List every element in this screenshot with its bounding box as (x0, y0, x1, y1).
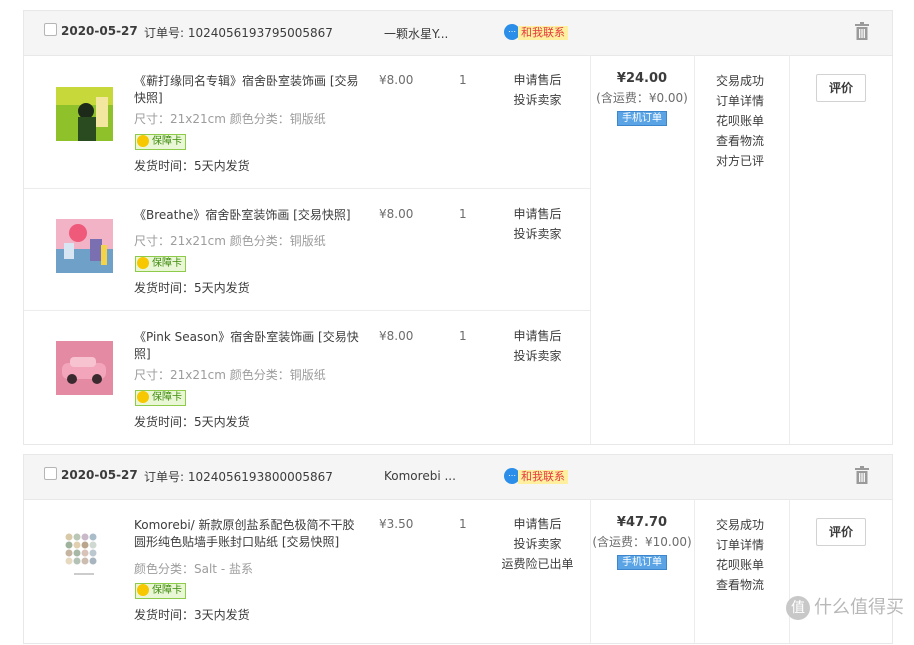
apply-aftersale-link[interactable]: 申请售后 (500, 70, 575, 90)
order-date: 2020-05-27 (61, 468, 138, 482)
order-header: 2020-05-27 订单号: 1024056193795005867 一颗水星… (24, 11, 892, 56)
service-links: 申请售后 投诉卖家 (500, 70, 575, 110)
guarantee-icon (137, 391, 149, 403)
mobile-order-tag[interactable]: 手机订单 (617, 111, 667, 126)
shipping-fee: (含运费：¥0.00) (596, 91, 688, 105)
site-watermark: 值什么值得买 (786, 593, 904, 620)
huabei-bill-link[interactable]: 花呗账单 (716, 555, 764, 575)
trade-status: 交易成功 (716, 74, 765, 88)
order-item: 《蕲打缘同名专辑》宿舍卧室装饰画 [交易快照] 尺寸：21x21cm 颜色分类：… (24, 55, 590, 189)
product-title[interactable]: 《Pink Season》宿舍卧室装饰画 [交易快照] (134, 329, 359, 363)
trade-status: 交易成功 (716, 518, 765, 532)
unit-price: ¥8.00 (379, 329, 414, 343)
service-links: 申请售后 投诉卖家 (500, 204, 575, 244)
ship-time: 发货时间：5天内发货 (134, 415, 250, 429)
complain-seller-link[interactable]: 投诉卖家 (500, 346, 575, 366)
service-links: 申请售后 投诉卖家 (500, 326, 575, 366)
guarantee-badge[interactable]: 保障卡 (135, 390, 186, 406)
other-reviewed-link[interactable]: 对方已评 (716, 151, 764, 171)
total-amount: ¥24.00 (616, 71, 668, 86)
ship-time: 发货时间：3天内发货 (134, 608, 250, 622)
service-links: 申请售后 投诉卖家 运费险已出单 (500, 514, 575, 574)
order-item: 《Pink Season》宿舍卧室装饰画 [交易快照] 尺寸：21x21cm 颜… (24, 311, 590, 444)
shop-name[interactable]: 一颗水星Y... (384, 25, 448, 42)
ship-time: 发货时间：5天内发货 (134, 159, 250, 173)
order-date: 2020-05-27 (61, 24, 138, 38)
product-thumbnail[interactable] (56, 529, 113, 583)
order-status: 交易成功 订单详情 花呗账单 查看物流 (716, 515, 764, 595)
product-spec: 尺寸：21x21cm 颜色分类：铜版纸 (134, 234, 326, 248)
order-number: 订单号: 1024056193795005867 (144, 26, 333, 40)
quantity: 1 (459, 329, 467, 343)
contact-label: 和我联系 (518, 470, 568, 484)
trash-icon[interactable] (854, 466, 870, 484)
apply-aftersale-link[interactable]: 申请售后 (500, 326, 575, 346)
guarantee-icon (137, 584, 149, 596)
product-thumbnail[interactable] (56, 341, 113, 395)
product-spec: 尺寸：21x21cm 颜色分类：铜版纸 (134, 112, 326, 126)
guarantee-badge[interactable]: 保障卡 (135, 134, 186, 150)
logistics-link[interactable]: 查看物流 (716, 575, 764, 595)
product-spec: 颜色分类：Salt - 盐系 (134, 562, 253, 576)
logistics-link[interactable]: 查看物流 (716, 131, 764, 151)
guarantee-badge[interactable]: 保障卡 (135, 583, 186, 599)
complain-seller-link[interactable]: 投诉卖家 (500, 90, 575, 110)
column-divider (694, 55, 695, 444)
shipping-fee: (含运费：¥10.00) (592, 535, 692, 549)
unit-price: ¥3.50 (379, 517, 414, 531)
quantity: 1 (459, 73, 467, 87)
complain-seller-link[interactable]: 投诉卖家 (500, 534, 575, 554)
order-card: 2020-05-27 订单号: 1024056193795005867 一颗水星… (23, 10, 893, 445)
watermark-logo-icon: 值 (786, 596, 810, 620)
order-detail-link[interactable]: 订单详情 (716, 535, 764, 555)
order-item: Komorebi/ 新款原创盐系配色极简不干胶圆形纯色贴墙手账封口贴纸 [交易快… (24, 499, 590, 645)
shop-name[interactable]: Komorebi ... (384, 469, 456, 483)
review-button[interactable]: 评价 (816, 518, 866, 546)
guarantee-icon (137, 135, 149, 147)
column-divider (789, 499, 790, 643)
trash-icon[interactable] (854, 22, 870, 40)
product-spec: 尺寸：21x21cm 颜色分类：铜版纸 (134, 368, 326, 382)
column-divider (694, 499, 695, 643)
product-title[interactable]: 《蕲打缘同名专辑》宿舍卧室装饰画 [交易快照] (134, 73, 359, 107)
complain-seller-link[interactable]: 投诉卖家 (500, 224, 575, 244)
order-checkbox[interactable] (44, 467, 57, 480)
order-item: 《Breathe》宿舍卧室装饰画 [交易快照] 尺寸：21x21cm 颜色分类：… (24, 189, 590, 311)
product-thumbnail[interactable] (56, 219, 113, 273)
apply-aftersale-link[interactable]: 申请售后 (500, 514, 575, 534)
shipping-insurance-link[interactable]: 运费险已出单 (500, 554, 575, 574)
order-status: 交易成功 订单详情 花呗账单 查看物流 对方已评 (716, 71, 764, 171)
total-amount: ¥47.70 (616, 515, 668, 530)
order-detail-link[interactable]: 订单详情 (716, 91, 764, 111)
guarantee-icon (137, 257, 149, 269)
unit-price: ¥8.00 (379, 207, 414, 221)
ship-time: 发货时间：5天内发货 (134, 281, 250, 295)
product-thumbnail[interactable] (56, 87, 113, 141)
guarantee-badge[interactable]: 保障卡 (135, 256, 186, 272)
unit-price: ¥8.00 (379, 73, 414, 87)
contact-label: 和我联系 (518, 26, 568, 40)
order-header: 2020-05-27 订单号: 1024056193800005867 Komo… (24, 455, 892, 500)
huabei-bill-link[interactable]: 花呗账单 (716, 111, 764, 131)
order-card: 2020-05-27 订单号: 1024056193800005867 Komo… (23, 454, 893, 644)
quantity: 1 (459, 207, 467, 221)
column-divider (789, 55, 790, 444)
apply-aftersale-link[interactable]: 申请售后 (500, 204, 575, 224)
mobile-order-tag[interactable]: 手机订单 (617, 555, 667, 570)
order-total: ¥24.00 (含运费：¥0.00) 手机订单 (590, 71, 694, 126)
order-total: ¥47.70 (含运费：¥10.00) 手机订单 (590, 515, 694, 570)
order-number: 订单号: 1024056193800005867 (144, 470, 333, 484)
order-checkbox[interactable] (44, 23, 57, 36)
quantity: 1 (459, 517, 467, 531)
product-title[interactable]: Komorebi/ 新款原创盐系配色极简不干胶圆形纯色贴墙手账封口贴纸 [交易快… (134, 517, 359, 551)
review-button[interactable]: 评价 (816, 74, 866, 102)
product-title[interactable]: 《Breathe》宿舍卧室装饰画 [交易快照] (134, 207, 359, 224)
